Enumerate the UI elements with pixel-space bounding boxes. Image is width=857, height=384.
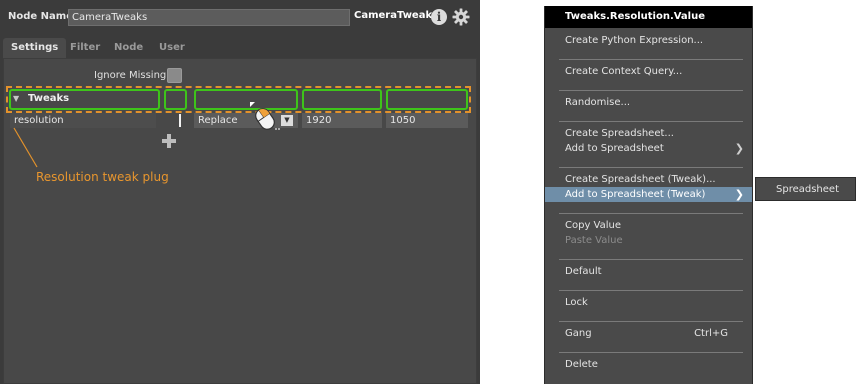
info-icon[interactable]: i — [431, 9, 447, 25]
chevron-right-icon: ❯ — [734, 142, 744, 155]
chevron-right-icon: ❯ — [734, 188, 744, 201]
menu-separator — [559, 321, 743, 322]
spreadsheet-submenu: Spreadsheet — [755, 177, 856, 201]
menu-separator — [559, 290, 743, 291]
node-name-field[interactable]: CameraTweaks — [68, 9, 350, 26]
node-editor-panel: Node Name CameraTweaks CameraTweaks i Se… — [0, 0, 480, 384]
menu-item-gang[interactable]: Gang Ctrl+G — [545, 326, 752, 341]
tweak-enabled-toggle[interactable] — [179, 114, 181, 127]
menu-item-paste-value: Paste Value — [565, 235, 623, 246]
tab-node[interactable]: Node — [106, 38, 151, 58]
ignore-missing-label: Ignore Missing — [94, 70, 167, 81]
tweaks-section-label[interactable]: Tweaks — [28, 93, 69, 104]
tab-filter[interactable]: Filter — [62, 38, 108, 58]
callout-text: Resolution tweak plug — [36, 170, 169, 184]
context-menu: Tweaks.Resolution.Value Create Python Ex… — [544, 6, 753, 384]
tweak-name-field[interactable]: resolution — [10, 113, 156, 128]
menu-item-add-to-spreadsheet-tweak[interactable]: Add to Spreadsheet (Tweak) ❯ — [545, 187, 752, 202]
node-name-label: Node Name — [8, 11, 73, 22]
menu-separator — [559, 59, 743, 60]
menu-item-add-to-spreadsheet[interactable]: Add to Spreadsheet ❯ — [545, 141, 752, 156]
resolution-y-field[interactable]: 1050 — [386, 113, 468, 128]
menu-item-label: Add to Spreadsheet — [565, 143, 664, 154]
menu-item-delete[interactable]: Delete — [545, 357, 752, 372]
node-header: Node Name CameraTweaks CameraTweaks i — [0, 0, 480, 34]
tab-settings[interactable]: Settings — [3, 38, 67, 58]
menu-item-create-python-expression[interactable]: Create Python Expression... — [545, 33, 752, 48]
shortcut-label: Ctrl+G — [694, 328, 728, 339]
menu-item-label: Gang — [565, 328, 592, 339]
menu-separator — [559, 213, 743, 214]
menu-separator — [559, 167, 743, 168]
add-tweak-icon[interactable] — [161, 133, 177, 149]
menu-item-create-spreadsheet[interactable]: Create Spreadsheet... — [545, 126, 752, 141]
menu-title: Tweaks.Resolution.Value — [545, 6, 752, 28]
menu-item-create-spreadsheet-tweak[interactable]: Create Spreadsheet (Tweak)... — [545, 172, 752, 187]
tab-user[interactable]: User — [151, 38, 193, 58]
tab-bar: Settings Filter Node User — [0, 38, 480, 58]
mode-column-highlight — [194, 89, 298, 110]
menu-item-lock[interactable]: Lock — [545, 295, 752, 310]
menu-separator — [559, 259, 743, 260]
gear-icon[interactable] — [452, 8, 470, 26]
menu-separator — [559, 90, 743, 91]
node-type-label: CameraTweaks — [354, 10, 439, 21]
menu-item-copy-value[interactable]: Copy Value — [545, 218, 752, 233]
ignore-missing-checkbox[interactable] — [167, 68, 182, 83]
mouse-right-click-icon — [250, 102, 280, 130]
value-y-column-highlight — [386, 89, 468, 110]
triangle-down-icon[interactable]: ▼ — [13, 94, 19, 103]
menu-item-create-context-query[interactable]: Create Context Query... — [545, 64, 752, 79]
resolution-x-field[interactable]: 1920 — [302, 113, 382, 128]
menu-separator — [559, 121, 743, 122]
menu-separator — [559, 352, 743, 353]
menu-item-randomise[interactable]: Randomise... — [545, 95, 752, 110]
menu-item-label: Add to Spreadsheet (Tweak) — [565, 189, 706, 200]
dropdown-arrow-icon[interactable]: ▼ — [281, 115, 293, 126]
submenu-item-spreadsheet[interactable]: Spreadsheet — [756, 182, 855, 197]
value-x-column-highlight — [302, 89, 382, 110]
enabled-column-highlight — [164, 89, 187, 110]
menu-item-default[interactable]: Default — [545, 264, 752, 279]
